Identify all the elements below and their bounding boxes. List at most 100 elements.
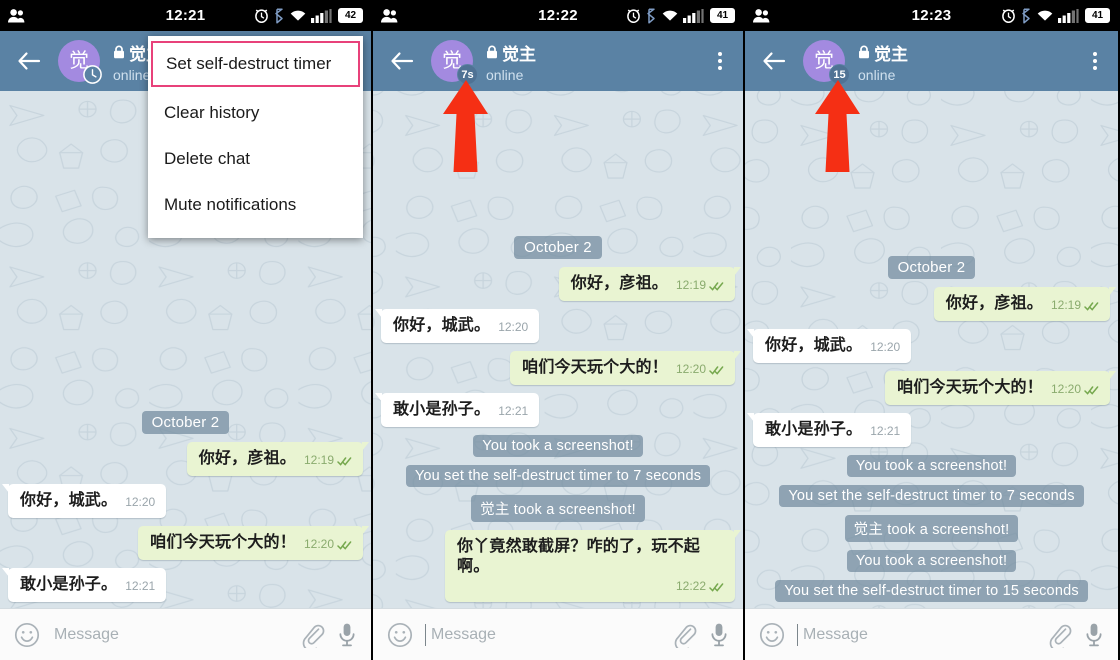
chat-title-block[interactable]: 觉主 online (858, 40, 908, 83)
microphone-icon[interactable] (709, 622, 729, 648)
message-time: 12:21 (870, 424, 901, 438)
read-ticks-icon (337, 456, 352, 466)
menu-item-clear-history[interactable]: Clear history (148, 90, 363, 136)
message-bubble-incoming[interactable]: 你好，城武。 12:20 (746, 329, 912, 363)
avatar[interactable]: 觉 15 (803, 40, 850, 85)
message-bubble-outgoing[interactable]: 你好，彦祖。 12:19 (558, 267, 742, 301)
self-destruct-timer-badge[interactable]: 7s (457, 64, 478, 85)
message-time: 12:20 (303, 537, 334, 551)
message-bubble-outgoing[interactable]: 你好，彦祖。 12:19 (933, 287, 1117, 321)
battery-indicator: 41 (1085, 8, 1110, 23)
message-meta: 12:20 (498, 320, 528, 336)
read-ticks-icon (709, 582, 724, 592)
message-text: 你好，城武。 (765, 337, 863, 354)
date-separator: October 2 (887, 256, 976, 279)
service-message-row: You took a screenshot! (753, 550, 1110, 572)
message-text: 你好，城武。 (393, 317, 491, 334)
message-row-incoming: 你好，城武。 12:20 (374, 309, 735, 343)
overflow-menu-icon[interactable] (709, 46, 731, 76)
service-message: You took a screenshot! (846, 550, 1017, 572)
message-bubble-outgoing[interactable]: 你好，彦祖。 12:19 (186, 442, 370, 476)
menu-item-mute-notifications[interactable]: Mute notifications (148, 182, 363, 228)
search-input message-input[interactable] (801, 625, 1036, 644)
battery-indicator: 42 (338, 8, 363, 23)
chat-title-block[interactable]: 觉主 online (486, 40, 536, 83)
message-meta: 12:21 (498, 404, 528, 420)
message-row-outgoing: 你好，彦祖。 12:19 (381, 267, 742, 301)
message-composer (745, 608, 1118, 660)
read-ticks-icon (337, 540, 352, 550)
message-composer (373, 608, 743, 660)
avatar[interactable]: 觉 7s (431, 40, 478, 85)
bluetooth-icon (646, 7, 657, 24)
message-bubble-incoming[interactable]: 你好，城武。 12:20 (1, 484, 167, 518)
message-row-incoming: 敢小是孙子。 12:21 (746, 413, 1110, 447)
text-caret (797, 623, 798, 646)
read-ticks-icon (709, 365, 724, 375)
status-bar-right: 41 (626, 7, 735, 24)
message-bubble-incoming[interactable]: 敢小是孙子。 12:21 (746, 413, 912, 447)
menu-item-delete-chat[interactable]: Delete chat (148, 136, 363, 182)
message-bubble-incoming[interactable]: 敢小是孙子。 12:21 (1, 568, 167, 602)
signal-icon (683, 8, 705, 23)
status-bar-right: 42 (254, 7, 363, 24)
smiley-icon[interactable] (759, 622, 785, 648)
alarm-icon (254, 8, 269, 24)
microphone-icon[interactable] (337, 622, 357, 648)
message-bubble-outgoing[interactable]: 你丫竟然敢截屏？咋的了，玩不起啊。 12:22 (445, 530, 741, 602)
smiley-icon[interactable] (387, 622, 413, 648)
service-message-row: 觉主 took a screenshot! (381, 495, 735, 522)
service-message-row: You took a screenshot! (753, 455, 1110, 477)
paperclip-icon[interactable] (301, 622, 325, 648)
presence-status: online (486, 66, 524, 83)
alarm-icon (1001, 8, 1016, 24)
message-time: 12:19 (675, 278, 706, 292)
back-arrow-icon[interactable] (14, 46, 44, 76)
message-bubble-outgoing[interactable]: 咱们今天玩个大的！ 12:20 (510, 351, 741, 385)
message-bubble-incoming[interactable]: 敢小是孙子。 12:21 (374, 393, 540, 427)
message-meta: 12:20 (304, 537, 352, 553)
chat-title-row: 觉主 (858, 40, 908, 65)
message-meta: 12:20 (125, 495, 155, 511)
message-text: 咱们今天玩个大的！ (522, 359, 668, 376)
search-input message-input[interactable] (52, 625, 289, 644)
page-title: 觉主 (502, 44, 536, 64)
chat-message-list[interactable]: October 2 你好，彦祖。 12:19 你好，城武。 12:20 咱们今天… (745, 91, 1118, 608)
back-arrow-icon[interactable] (759, 46, 789, 76)
message-row-outgoing: 咱们今天玩个大的！ 12:20 (8, 526, 369, 560)
paperclip-icon[interactable] (1048, 622, 1072, 648)
message-bubble-outgoing[interactable]: 咱们今天玩个大的！ 12:20 (885, 371, 1116, 405)
self-destruct-clock-badge[interactable] (80, 64, 105, 85)
message-time: 12:21 (498, 404, 529, 418)
avatar[interactable]: 觉 (58, 40, 102, 84)
battery-indicator: 41 (710, 8, 735, 23)
message-text: 敢小是孙子。 (765, 421, 863, 438)
panel-2: 12:22 41 觉 7s 觉主 online October 2 你好，彦祖。… (373, 0, 745, 660)
panel-1: 12:21 42 觉 觉主 online October 2 你好，彦祖。 12… (0, 0, 373, 660)
date-separator: October 2 (514, 236, 602, 259)
messages-container: October 2 你好，彦祖。 12:19 你好，城武。 12:20 咱们今天… (373, 236, 743, 602)
message-row-outgoing: 你好，彦祖。 12:19 (8, 442, 370, 476)
message-bubble-incoming[interactable]: 你好，城武。 12:20 (374, 309, 540, 343)
bluetooth-icon (1021, 7, 1032, 24)
message-row-outgoing: 咱们今天玩个大的！ 12:20 (753, 371, 1116, 405)
message-meta: 12:21 (870, 424, 900, 440)
search-input message-input[interactable] (429, 625, 661, 644)
chat-message-list[interactable]: October 2 你好，彦祖。 12:19 你好，城武。 12:20 咱们今天… (373, 91, 743, 608)
message-bubble-outgoing[interactable]: 咱们今天玩个大的！ 12:20 (138, 526, 369, 560)
menu-item-set-self-destruct-timer[interactable]: Set self-destruct timer (151, 41, 360, 87)
paperclip-icon[interactable] (673, 622, 697, 648)
signal-icon (311, 8, 333, 23)
message-meta: 12:21 (125, 579, 155, 595)
smiley-icon[interactable] (14, 622, 40, 648)
microphone-icon[interactable] (1084, 622, 1104, 648)
message-row-outgoing: 你好，彦祖。 12:19 (753, 287, 1117, 321)
date-separator-row: October 2 (753, 256, 1110, 279)
screenshot-strip: 12:21 42 觉 觉主 online October 2 你好，彦祖。 12… (0, 0, 1120, 660)
presence-status: online (858, 66, 896, 83)
message-meta: 12:20 (676, 362, 724, 378)
back-arrow-icon[interactable] (387, 46, 417, 76)
self-destruct-timer-badge[interactable]: 15 (829, 64, 850, 85)
overflow-menu-icon[interactable] (1084, 46, 1106, 76)
status-bar: 12:21 42 (0, 0, 371, 31)
